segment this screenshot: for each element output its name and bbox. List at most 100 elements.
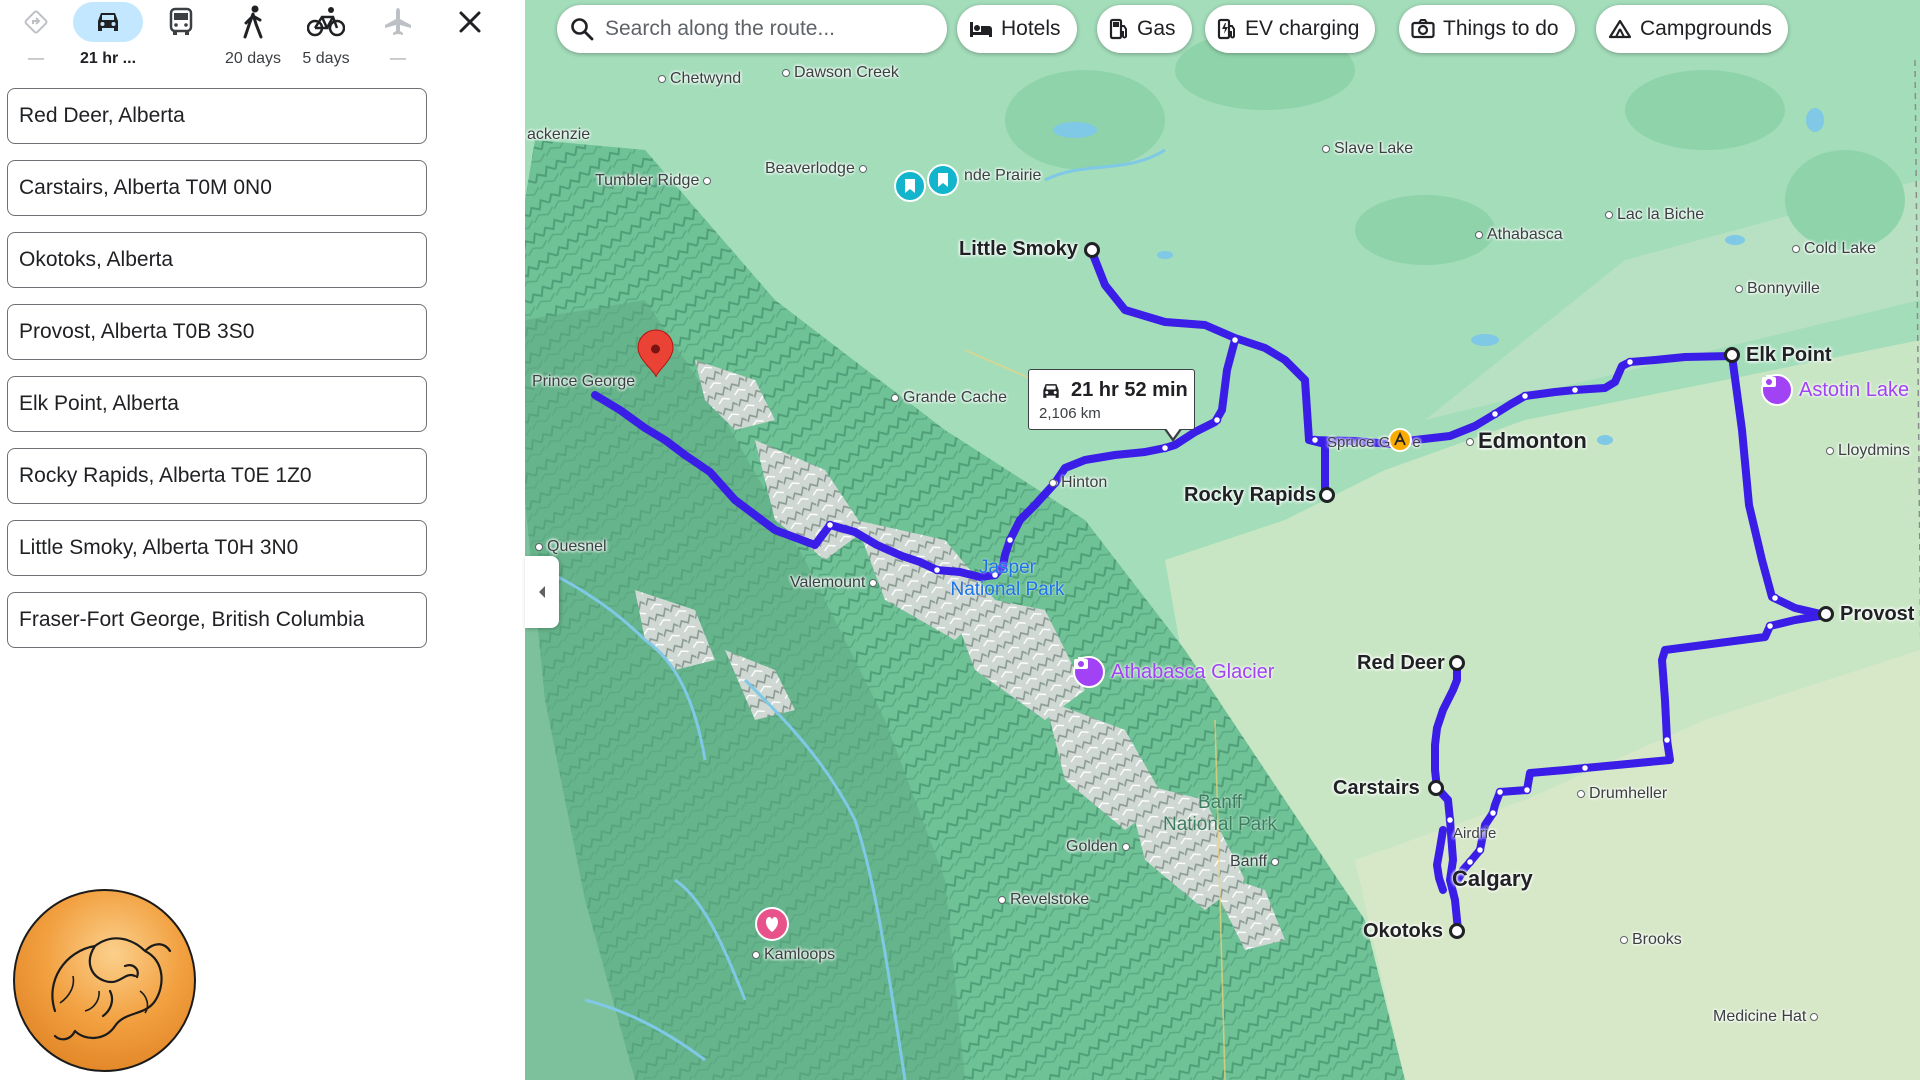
ev-charging-icon bbox=[1217, 18, 1237, 40]
travel-mode-flights-label: — bbox=[390, 50, 406, 67]
place-dot bbox=[1475, 230, 1483, 239]
chip-hotels[interactable]: Hotels bbox=[957, 5, 1077, 53]
travel-mode-best[interactable]: — bbox=[0, 0, 72, 72]
stop-input-8[interactable]: Fraser-Fort George, British Columbia bbox=[7, 592, 427, 648]
stop-input-5[interactable]: Elk Point, Alberta bbox=[7, 376, 427, 432]
place-tumbler-ridge-label: Tumbler Ridge bbox=[595, 172, 700, 189]
place-dot bbox=[869, 578, 878, 587]
stop-label-carstairs[interactable]: Carstairs bbox=[1333, 777, 1420, 800]
tent-icon bbox=[1608, 19, 1632, 39]
place-chetwynd[interactable]: Chetwynd bbox=[658, 70, 741, 88]
poi-astotin-lake[interactable]: Astotin Lake bbox=[1761, 374, 1909, 406]
place-medicine-hat[interactable]: Medicine Hat bbox=[1713, 1008, 1819, 1026]
camera-icon bbox=[1411, 19, 1435, 39]
place-grande-prairie-label: nde Prairie bbox=[964, 167, 1042, 184]
place-prince-george[interactable]: Prince George bbox=[532, 373, 635, 391]
place-dot bbox=[1605, 210, 1613, 219]
favorite-pin[interactable] bbox=[755, 907, 789, 941]
place-lac-la-biche[interactable]: Lac la Biche bbox=[1605, 206, 1704, 224]
place-spruce-grove[interactable]: Spruce G e bbox=[1327, 434, 1421, 451]
stop-input-7[interactable]: Little Smoky, Alberta T0H 3N0 bbox=[7, 520, 427, 576]
place-dot bbox=[1121, 842, 1130, 851]
place-brooks-label: Brooks bbox=[1632, 931, 1682, 948]
place-drumheller-label: Drumheller bbox=[1589, 785, 1668, 802]
travel-mode-flights[interactable]: — bbox=[362, 0, 434, 72]
poi-athabasca-glacier[interactable]: Athabasca Glacier bbox=[1073, 656, 1274, 688]
car-icon bbox=[1043, 384, 1059, 398]
stop-label-elk-point[interactable]: Elk Point bbox=[1746, 344, 1832, 367]
place-grande-prairie[interactable]: nde Prairie bbox=[964, 167, 1041, 185]
map-canvas[interactable]: Chetwynd Dawson Creek ackenzie Slave Lak… bbox=[525, 0, 1920, 1080]
travel-mode-cycling[interactable]: 5 days bbox=[290, 0, 362, 72]
stop-label-okotoks[interactable]: Okotoks bbox=[1363, 920, 1443, 943]
place-spruce-grove-tail: e bbox=[1412, 434, 1421, 451]
place-golden[interactable]: Golden bbox=[1066, 838, 1130, 856]
place-calgary[interactable]: Calgary bbox=[1452, 866, 1533, 892]
chip-campgrounds[interactable]: Campgrounds bbox=[1596, 5, 1788, 53]
place-prince-george-label: Prince George bbox=[532, 373, 636, 390]
place-edmonton-label: Edmonton bbox=[1478, 428, 1587, 453]
place-dot bbox=[703, 176, 712, 185]
place-banff[interactable]: Banff bbox=[1230, 853, 1280, 871]
walk-icon bbox=[217, 2, 289, 42]
search-along-route[interactable] bbox=[557, 5, 947, 53]
travel-mode-walking[interactable]: 20 days bbox=[217, 0, 289, 72]
place-slave-lake[interactable]: Slave Lake bbox=[1322, 140, 1413, 158]
place-dot bbox=[1271, 857, 1280, 866]
park-banff[interactable]: Banff National Park bbox=[1145, 792, 1295, 836]
place-chetwynd-label: Chetwynd bbox=[670, 70, 742, 87]
stop-input-4[interactable]: Provost, Alberta T0B 3S0 bbox=[7, 304, 427, 360]
place-mackenzie[interactable]: ackenzie bbox=[527, 126, 590, 144]
place-lloydminster[interactable]: Lloydmins bbox=[1826, 442, 1910, 460]
place-edmonton[interactable]: Edmonton bbox=[1466, 428, 1587, 454]
place-grande-cache-label: Grande Cache bbox=[903, 389, 1008, 406]
place-dawson-creek[interactable]: Dawson Creek bbox=[782, 64, 899, 82]
travel-mode-best-label: — bbox=[28, 50, 44, 67]
place-tumbler-ridge[interactable]: Tumbler Ridge bbox=[595, 172, 712, 190]
chevron-left-icon bbox=[539, 586, 545, 598]
travel-mode-transit[interactable] bbox=[145, 0, 217, 72]
stop-input-6[interactable]: Rocky Rapids, Alberta T0E 1Z0 bbox=[7, 448, 427, 504]
stop-label-provost[interactable]: Provost bbox=[1840, 603, 1914, 626]
place-spruce-grove-label: Spruce G bbox=[1327, 434, 1391, 451]
place-dot bbox=[1810, 1012, 1819, 1021]
place-grande-cache[interactable]: Grande Cache bbox=[891, 389, 1007, 407]
chip-ev-charging[interactable]: EV charging bbox=[1205, 5, 1376, 53]
place-kamloops-label: Kamloops bbox=[764, 946, 836, 963]
search-input[interactable] bbox=[603, 16, 927, 42]
chip-ev-charging-label: EV charging bbox=[1245, 17, 1360, 40]
place-valemount[interactable]: Valemount bbox=[790, 574, 878, 592]
place-hinton[interactable]: Hinton bbox=[1049, 474, 1107, 492]
place-bonnyville[interactable]: Bonnyville bbox=[1735, 280, 1820, 298]
chip-things-to-do[interactable]: Things to do bbox=[1399, 5, 1575, 53]
place-airdrie[interactable]: Airdrie bbox=[1453, 825, 1496, 842]
place-drumheller[interactable]: Drumheller bbox=[1577, 785, 1667, 803]
close-directions-button[interactable] bbox=[452, 4, 488, 40]
place-dot bbox=[752, 950, 760, 959]
place-quesnel[interactable]: Quesnel bbox=[535, 538, 607, 556]
chip-things-to-do-label: Things to do bbox=[1443, 17, 1559, 40]
stop-input-1[interactable]: Red Deer, Alberta bbox=[7, 88, 427, 144]
travel-mode-driving[interactable]: 21 hr ... bbox=[72, 0, 144, 72]
place-dot bbox=[1735, 284, 1743, 293]
chip-gas[interactable]: Gas bbox=[1097, 5, 1192, 53]
route-duration-callout[interactable]: 21 hr 52 min 2,106 km bbox=[1028, 369, 1195, 430]
stop-label-red-deer[interactable]: Red Deer bbox=[1357, 652, 1445, 675]
place-kamloops[interactable]: Kamloops bbox=[752, 946, 835, 964]
place-revelstoke[interactable]: Revelstoke bbox=[998, 891, 1089, 909]
search-icon bbox=[571, 18, 594, 41]
place-beaverlodge[interactable]: Beaverlodge bbox=[765, 160, 867, 178]
stop-label-rocky-rapids[interactable]: Rocky Rapids bbox=[1184, 484, 1316, 507]
place-golden-label: Golden bbox=[1066, 838, 1118, 855]
place-dot bbox=[1826, 446, 1834, 455]
place-athabasca[interactable]: Athabasca bbox=[1475, 226, 1563, 244]
place-brooks[interactable]: Brooks bbox=[1620, 931, 1682, 949]
stop-input-2[interactable]: Carstairs, Alberta T0M 0N0 bbox=[7, 160, 427, 216]
park-jasper[interactable]: Jasper National Park bbox=[935, 557, 1080, 601]
place-dot bbox=[535, 542, 543, 551]
stop-input-3[interactable]: Okotoks, Alberta bbox=[7, 232, 427, 288]
stop-label-little-smoky[interactable]: Little Smoky bbox=[959, 238, 1078, 261]
place-cold-lake[interactable]: Cold Lake bbox=[1792, 240, 1876, 258]
collapse-panel-button[interactable] bbox=[525, 556, 559, 628]
route-distance: 2,106 km bbox=[1039, 405, 1101, 422]
